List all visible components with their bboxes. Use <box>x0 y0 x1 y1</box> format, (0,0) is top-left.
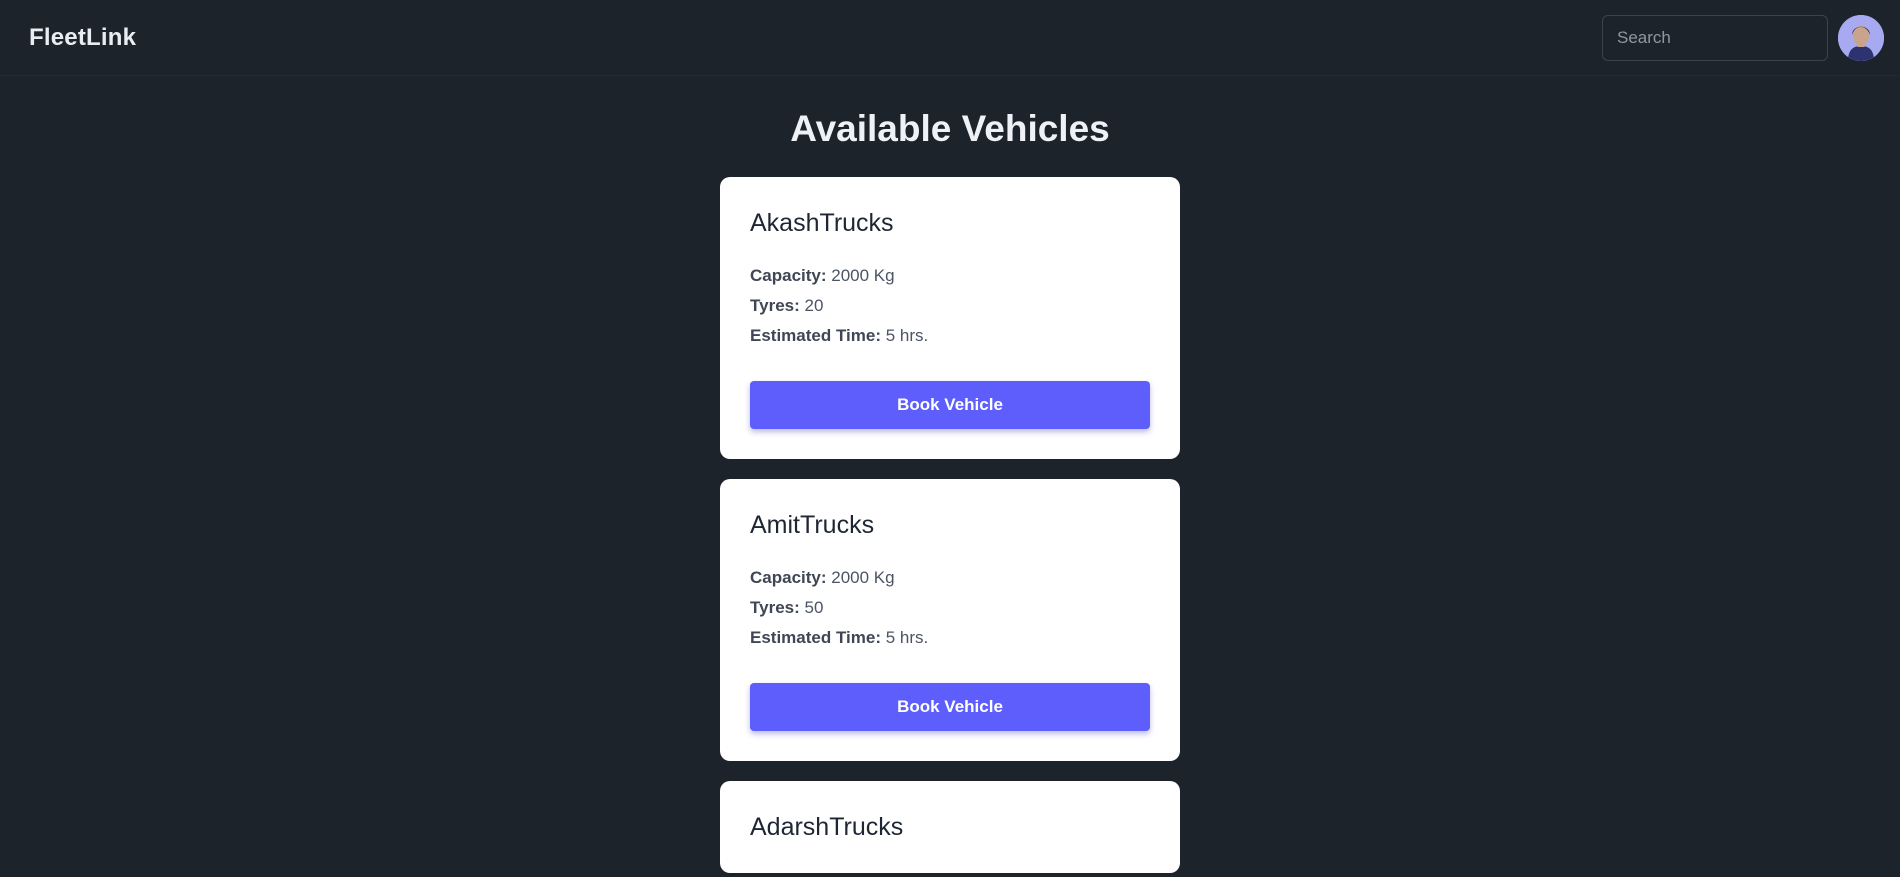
vehicle-list: AkashTrucks Capacity: 2000 Kg Tyres: 20 … <box>720 177 1180 873</box>
estimated-time-row: Estimated Time: 5 hrs. <box>750 623 1150 653</box>
capacity-label: Capacity: <box>750 568 827 587</box>
main-content: Available Vehicles AkashTrucks Capacity:… <box>0 76 1900 873</box>
book-vehicle-button[interactable]: Book Vehicle <box>750 381 1150 429</box>
page-title: Available Vehicles <box>790 108 1110 149</box>
capacity-label: Capacity: <box>750 266 827 285</box>
search-input[interactable] <box>1602 14 1828 61</box>
brand-logo[interactable]: FleetLink <box>29 24 136 52</box>
tyres-value: 20 <box>804 296 824 315</box>
estimated-time-label: Estimated Time: <box>750 326 882 345</box>
capacity-value: 2000 Kg <box>831 266 895 285</box>
tyres-label: Tyres: <box>750 296 800 315</box>
capacity-row: Capacity: 2000 Kg <box>750 563 1150 593</box>
vehicle-name: AdarshTrucks <box>750 813 904 841</box>
user-avatar-icon[interactable] <box>1838 14 1884 61</box>
estimated-time-label: Estimated Time: <box>750 628 882 647</box>
tyres-row: Tyres: 50 <box>750 593 1150 623</box>
vehicle-card: AdarshTrucks <box>720 781 1180 873</box>
vehicle-name: AmitTrucks <box>750 511 875 539</box>
estimated-time-row: Estimated Time: 5 hrs. <box>750 321 1150 351</box>
vehicle-specs: Capacity: 2000 Kg Tyres: 50 Estimated Ti… <box>750 563 1150 653</box>
book-vehicle-button[interactable]: Book Vehicle <box>750 683 1150 731</box>
estimated-time-value: 5 hrs. <box>885 628 929 647</box>
tyres-value: 50 <box>804 598 824 617</box>
capacity-value: 2000 Kg <box>831 568 895 587</box>
tyres-label: Tyres: <box>750 598 800 617</box>
capacity-row: Capacity: 2000 Kg <box>750 261 1150 291</box>
navbar: FleetLink <box>0 0 1900 76</box>
vehicle-name: AkashTrucks <box>750 209 894 237</box>
estimated-time-value: 5 hrs. <box>885 326 929 345</box>
nav-right <box>1602 14 1884 61</box>
tyres-row: Tyres: 20 <box>750 291 1150 321</box>
vehicle-card: AkashTrucks Capacity: 2000 Kg Tyres: 20 … <box>720 177 1180 459</box>
vehicle-card: AmitTrucks Capacity: 2000 Kg Tyres: 50 E… <box>720 479 1180 761</box>
vehicle-specs: Capacity: 2000 Kg Tyres: 20 Estimated Ti… <box>750 261 1150 351</box>
